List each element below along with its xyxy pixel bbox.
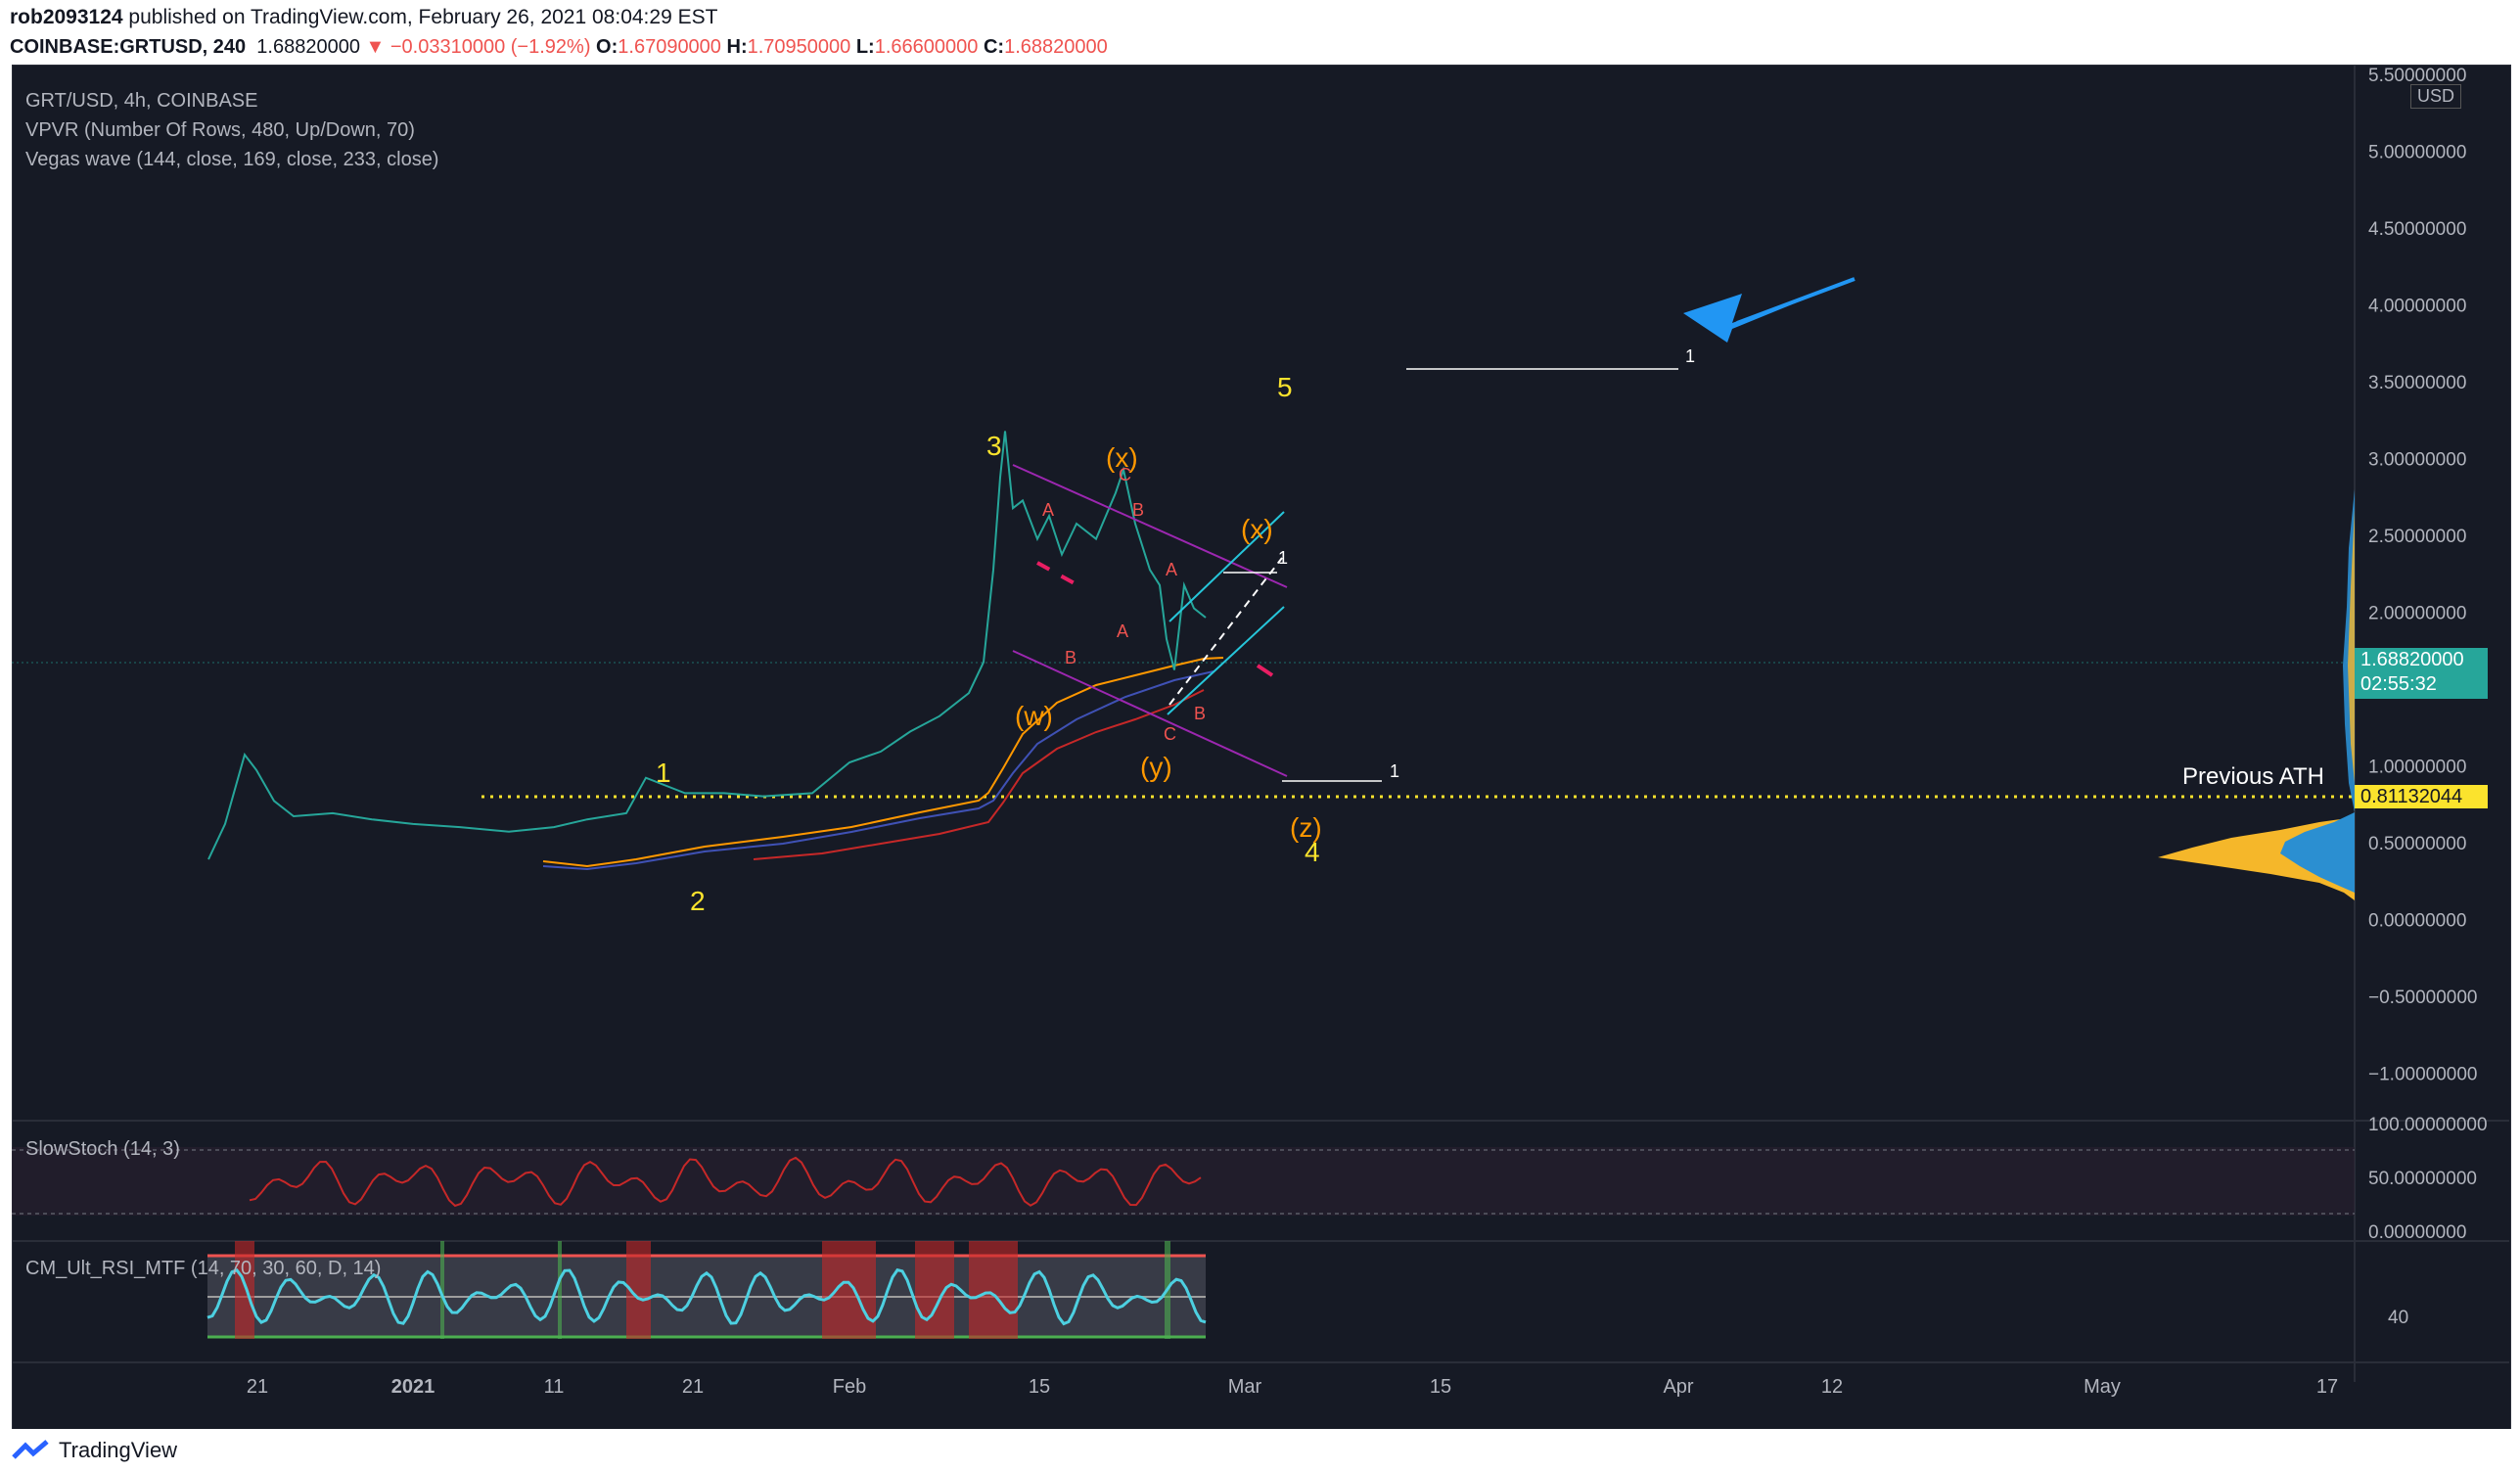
- wave-w-label: (w): [1015, 701, 1053, 731]
- rsi-zone-bar: [235, 1241, 254, 1339]
- time-tick-label: 21: [247, 1376, 268, 1398]
- price-tick-label: 2.50000000: [2368, 527, 2466, 547]
- svg-text:B: B: [1065, 648, 1077, 667]
- price-tick-label: 3.50000000: [2368, 373, 2466, 393]
- wave-x1-label: (x): [1106, 442, 1138, 473]
- time-tick-label: 21: [682, 1376, 704, 1398]
- stoch-tick-label: 50.00000000: [2368, 1169, 2477, 1189]
- rsi-zone-bar: [915, 1241, 954, 1339]
- legend-stoch[interactable]: SlowStoch (14, 3): [25, 1138, 180, 1161]
- wave-5-label: 5: [1277, 372, 1293, 402]
- time-tick-label: 11: [544, 1376, 565, 1398]
- currency-badge: USD: [2410, 84, 2462, 109]
- tradingview-brand[interactable]: TradingView: [12, 1438, 177, 1463]
- ema-169: [542, 670, 1214, 871]
- chart-canvas[interactable]: 5.50000000 5.00000000 4.50000000 4.00000000…: [0, 0, 2520, 1472]
- price-tick-label: 0.00000000: [2368, 911, 2466, 932]
- price-tick-label: −0.50000000: [2368, 988, 2477, 1008]
- price-tick-label: 3.00000000: [2368, 450, 2466, 471]
- ema-233: [753, 689, 1205, 860]
- wave-y-label: (y): [1140, 752, 1172, 782]
- price-series: [207, 431, 1207, 860]
- svg-text:A: A: [1042, 500, 1054, 520]
- rsi-zone-bar: [822, 1241, 876, 1339]
- footer: [0, 1429, 2520, 1472]
- legend-vegas[interactable]: Vegas wave (144, close, 169, close, 233,…: [25, 149, 438, 171]
- time-tick-label: 15: [1029, 1376, 1050, 1398]
- legend-pair[interactable]: GRT/USD, 4h, COINBASE: [25, 90, 257, 113]
- svg-text:B: B: [1132, 500, 1144, 520]
- wave-3-label: 3: [986, 431, 1002, 461]
- time-tick-label: 2021: [391, 1376, 435, 1398]
- time-tick-label: Feb: [833, 1376, 866, 1398]
- time-tick-label: 15: [1430, 1376, 1451, 1398]
- ema-144: [542, 657, 1224, 868]
- svg-text:B: B: [1194, 704, 1206, 723]
- price-tick-label: −1.00000000: [2368, 1065, 2477, 1085]
- svg-text:A: A: [1166, 560, 1177, 579]
- svg-text:A: A: [1117, 621, 1128, 641]
- wave-z-label: (z): [1290, 812, 1322, 843]
- price-tick-label: 0.50000000: [2368, 834, 2466, 854]
- rsi-zone-bar: [969, 1241, 1018, 1339]
- ath-label: Previous ATH: [2182, 763, 2324, 790]
- price-tick-label: 1.00000000: [2368, 758, 2466, 778]
- legend-rsi[interactable]: CM_Ult_RSI_MTF (14, 70, 30, 60, D, 14): [25, 1258, 381, 1280]
- stoch-tick-label: 100.00000000: [2368, 1115, 2488, 1135]
- legend-vpvr[interactable]: VPVR (Number Of Rows, 480, Up/Down, 70): [25, 119, 415, 142]
- price-tick-label: 5.50000000: [2368, 66, 2466, 86]
- svg-text:C: C: [1164, 724, 1176, 744]
- time-tick-label: 12: [1821, 1376, 1843, 1398]
- wave-2-label: 2: [690, 886, 706, 916]
- drawing-tools: [1012, 277, 1856, 782]
- last-price-tag: 1.68820000: [2360, 649, 2464, 670]
- ath-price-tag: 0.81132044: [2355, 785, 2488, 808]
- last-price-badge: 1.68820000 02:55:32: [2355, 648, 2488, 699]
- rsi-tick-label: 40: [2388, 1308, 2408, 1328]
- price-tick-label: 4.00000000: [2368, 297, 2466, 317]
- price-tick-label: 4.50000000: [2368, 219, 2466, 240]
- tradingview-text: TradingView: [59, 1438, 178, 1462]
- price-tick-label: 5.00000000: [2368, 143, 2466, 163]
- target-one-label: 1: [1685, 346, 1696, 366]
- low-one-label: 1: [1390, 761, 1400, 781]
- tradingview-logo-icon: [12, 1440, 49, 1459]
- stoch-tick-label: 0.00000000: [2368, 1222, 2466, 1243]
- time-tick-label: May: [2084, 1376, 2121, 1398]
- time-tick-label: Apr: [1663, 1376, 1693, 1398]
- countdown-tag: 02:55:32: [2360, 673, 2437, 695]
- time-axis[interactable]: 21 2021 11 21 Feb 15 Mar 15 Apr 12 May 17: [247, 1376, 2338, 1398]
- price-tick-label: 2.00000000: [2368, 604, 2466, 624]
- time-tick-label: 17: [2316, 1376, 2338, 1398]
- volume-profile: [2158, 489, 2355, 900]
- channel-one-label: 1: [1278, 548, 1289, 568]
- wave-1-label: 1: [656, 758, 671, 788]
- time-tick-label: Mar: [1228, 1376, 1262, 1398]
- wave-x2-label: (x): [1241, 514, 1273, 544]
- rsi-zone-bar: [558, 1241, 562, 1339]
